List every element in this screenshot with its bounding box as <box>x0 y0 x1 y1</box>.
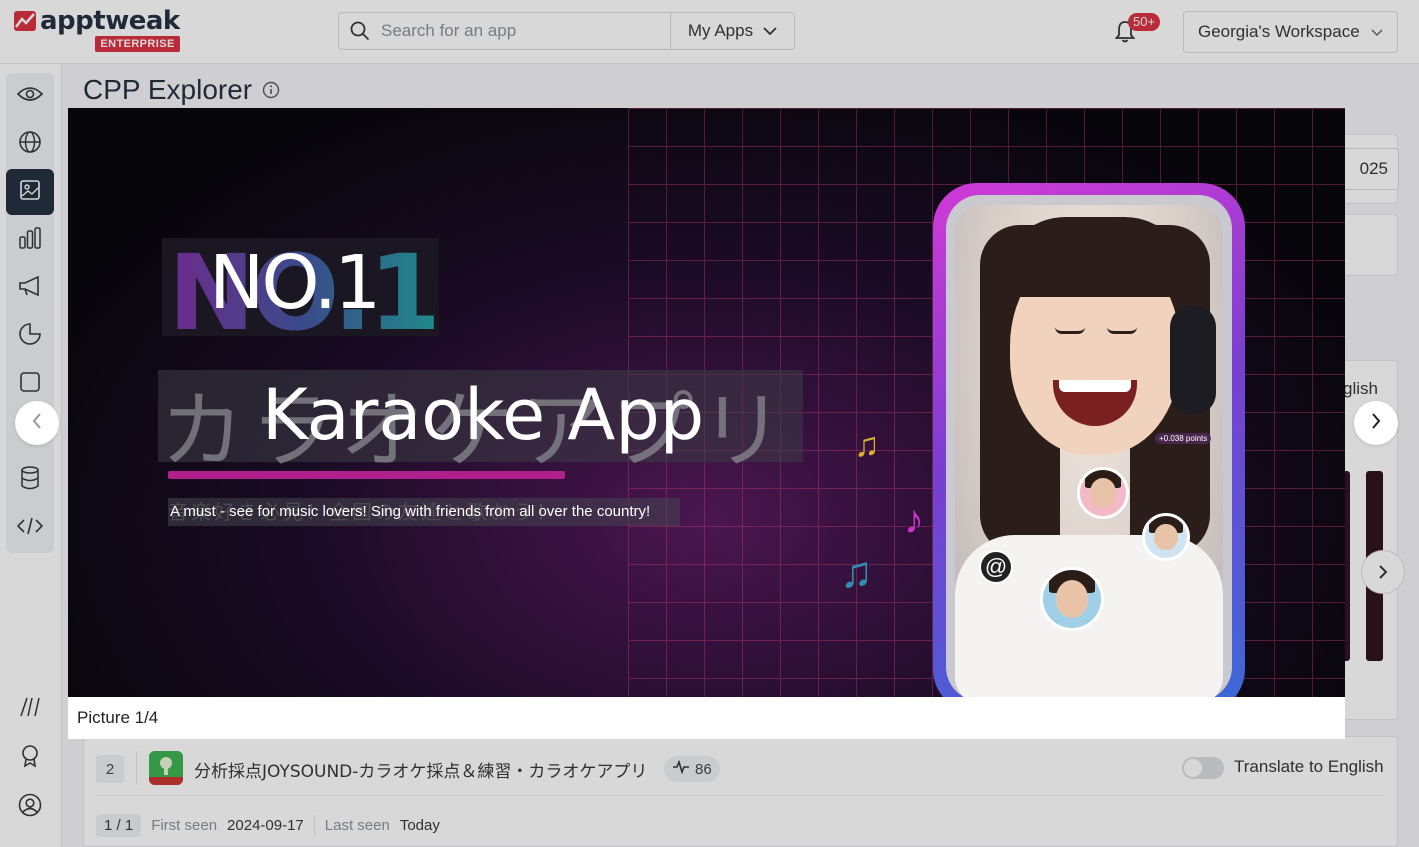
face-shape <box>1154 523 1178 551</box>
face-shape <box>1055 580 1089 618</box>
teeth-shape <box>1059 380 1131 392</box>
chevron-right-icon <box>1371 412 1381 435</box>
avatar <box>1077 467 1129 519</box>
music-note-icon: ♫ <box>854 426 880 464</box>
headphone-icon <box>1170 305 1216 415</box>
screenshot-lightbox: NO.1 NO.1 カラオケアプリ Karaoke App 音楽好き必見！全国の… <box>68 108 1345 739</box>
points-tag: +0.038 points <box>1155 433 1212 444</box>
phone-screen: +0.038 points @ <box>955 205 1223 697</box>
at-icon: @ <box>979 550 1013 584</box>
next-picture-button[interactable] <box>1354 401 1398 445</box>
hair-shape <box>1000 217 1190 297</box>
eye-shape <box>1107 327 1137 334</box>
chevron-left-icon <box>32 412 42 435</box>
face-shape <box>1090 478 1116 508</box>
accent-bar <box>168 471 565 479</box>
eye-shape <box>1055 327 1085 334</box>
english-subtitle: A must - see for music lovers! Sing with… <box>170 503 651 520</box>
picture-counter: Picture 1/4 <box>77 708 159 727</box>
picture-caption: Picture 1/4 <box>68 697 1345 739</box>
phone-mockup: +0.038 points @ <box>933 183 1245 697</box>
avatar <box>1040 567 1104 631</box>
music-note-icon: ♫ <box>840 548 873 597</box>
karaoke-title: Karaoke App <box>262 374 705 456</box>
previous-picture-button[interactable] <box>15 401 59 445</box>
app-store-screenshot: NO.1 NO.1 カラオケアプリ Karaoke App 音楽好き必見！全国の… <box>68 108 1345 697</box>
music-note-icon: ♪ <box>904 498 924 542</box>
avatar <box>1142 513 1190 561</box>
no1-text: NO.1 <box>209 240 381 326</box>
